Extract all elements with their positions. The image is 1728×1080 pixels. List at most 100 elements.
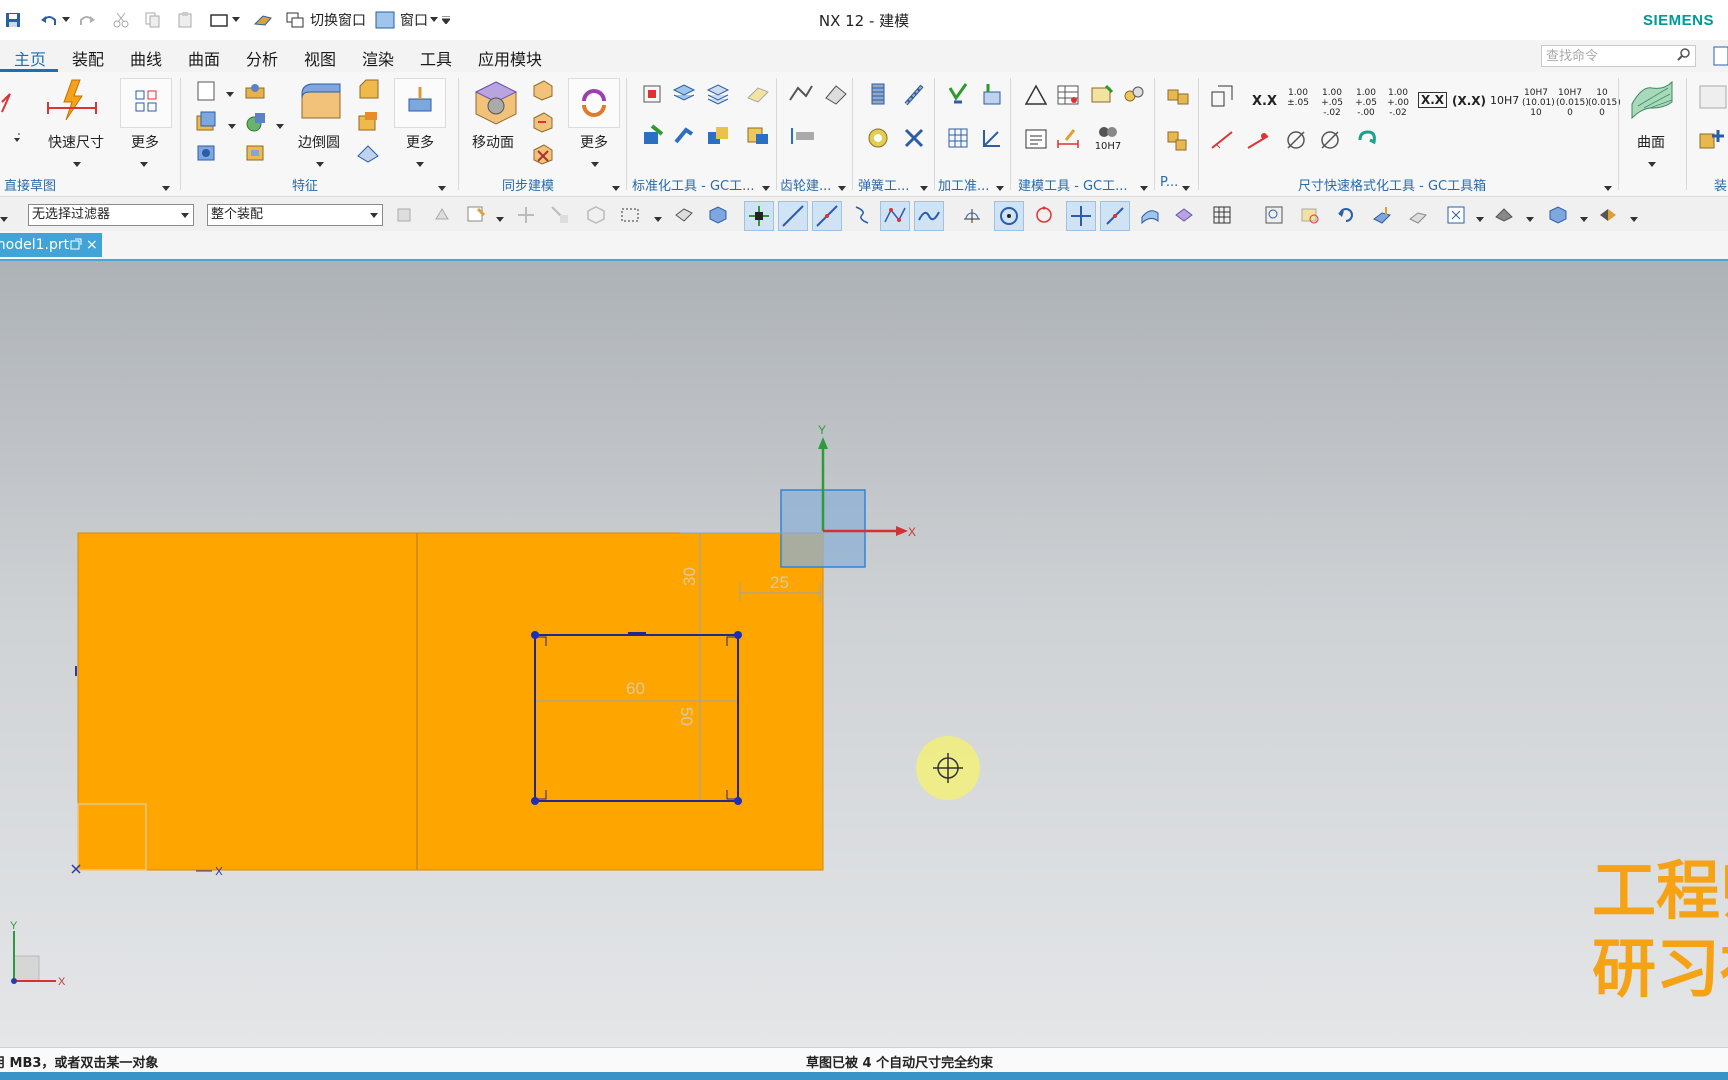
dimension-top-label[interactable]: 30	[680, 567, 699, 586]
snap-1-icon[interactable]	[516, 205, 536, 225]
p-tool-1-icon[interactable]	[1166, 84, 1192, 112]
group-gear-menu-icon[interactable]	[838, 180, 846, 196]
gc-tool-4-icon[interactable]	[746, 84, 770, 108]
dim-angle-icon[interactable]	[1210, 128, 1234, 156]
group-machining-menu-icon[interactable]	[996, 180, 1004, 196]
group-direct-sketch-menu-icon[interactable]	[162, 180, 170, 196]
snap-midpoint-icon[interactable]	[812, 201, 842, 231]
snap-point-on-surface-icon[interactable]	[1140, 205, 1160, 225]
rotate-icon[interactable]	[1336, 205, 1356, 225]
dim-format-fit-2[interactable]: 10H7 (10.01) 10	[1522, 88, 1555, 118]
draft-icon[interactable]	[356, 110, 380, 138]
snap-existing-point-icon[interactable]	[1066, 201, 1096, 231]
dim-format-1[interactable]: X.X	[1252, 94, 1277, 109]
spring-tool-3-icon[interactable]	[866, 126, 890, 154]
datum-icon[interactable]	[244, 80, 266, 106]
edge-blend-dropdown-icon[interactable]	[316, 156, 324, 172]
dim-diameter-2-icon[interactable]	[1318, 128, 1342, 156]
dim-radius-icon[interactable]	[1246, 128, 1270, 156]
display-mode-dropdown-icon[interactable]	[1630, 211, 1638, 227]
view-cube-icon[interactable]	[1548, 205, 1568, 225]
hole-icon[interactable]	[196, 142, 218, 168]
snap-2-icon[interactable]	[550, 205, 570, 225]
machining-tool-3-icon[interactable]	[946, 126, 970, 154]
gc-tool-6-icon[interactable]	[672, 124, 696, 152]
extrude-icon[interactable]	[194, 110, 218, 138]
menu-tools[interactable]: 工具	[420, 46, 452, 70]
group-modeling-tools-menu-icon[interactable]	[1140, 180, 1148, 196]
rapid-dimension-label[interactable]: 快速尺寸	[48, 132, 104, 152]
snap-point-on-curve-icon[interactable]	[1100, 201, 1130, 231]
gc-tool-1-icon[interactable]	[640, 82, 664, 110]
edge-blend-label[interactable]: 边倒圆	[298, 132, 340, 152]
menu-application[interactable]: 应用模块	[478, 46, 542, 70]
gc-tool-3-icon[interactable]	[706, 82, 730, 110]
rapid-dimension-icon[interactable]	[42, 78, 102, 126]
measure-tool-icon[interactable]	[1056, 128, 1080, 154]
more-sketch-dropdown-icon[interactable]	[140, 156, 148, 172]
snap-endpoint-icon[interactable]	[778, 201, 808, 231]
more-sync-label[interactable]: 更多	[580, 132, 608, 152]
boolean-dropdown-icon[interactable]	[276, 118, 284, 134]
note-tool-icon[interactable]	[1090, 84, 1114, 110]
dim-format-fit[interactable]: 10H7	[1490, 94, 1519, 107]
menu-assembly[interactable]: 装配	[72, 46, 104, 70]
dim-reset-icon[interactable]	[1354, 128, 1378, 156]
snap-intersection-icon[interactable]	[914, 201, 944, 231]
select-solid-icon[interactable]	[708, 205, 728, 225]
view-triad-dropdown-icon[interactable]	[1476, 211, 1484, 227]
surface-dropdown-icon[interactable]	[1648, 156, 1656, 172]
dimension-right-label[interactable]: 25	[770, 573, 789, 592]
more-sketch-label[interactable]: 更多	[131, 132, 159, 152]
dim-format-fit-3[interactable]: 10H7 (0.015) 0	[1556, 88, 1589, 118]
display-mode-icon[interactable]	[1598, 205, 1618, 225]
surface-label[interactable]: 曲面	[1637, 132, 1665, 152]
gc-tool-2-icon[interactable]	[672, 82, 696, 110]
more-feature-dropdown-icon[interactable]	[416, 156, 424, 172]
filter-reset-icon[interactable]	[432, 205, 452, 225]
snap-grid-icon[interactable]	[744, 201, 774, 231]
gc-tool-7-icon[interactable]	[706, 124, 730, 152]
triangle-tool-icon[interactable]	[1024, 84, 1048, 110]
gc-tool-8-icon[interactable]	[746, 124, 770, 152]
group-p-menu-icon[interactable]	[1182, 180, 1190, 196]
dim-format-2[interactable]: 1.00 ±.05	[1284, 88, 1312, 108]
dim-diameter-icon[interactable]	[1284, 128, 1308, 156]
snap-quadrant-icon[interactable]	[1034, 205, 1054, 225]
machining-tool-2-icon[interactable]	[980, 82, 1004, 112]
trim-body-icon[interactable]	[356, 142, 380, 170]
chamfer-icon[interactable]	[356, 78, 380, 106]
dim-tool-icon[interactable]	[1210, 84, 1234, 112]
dim-format-5[interactable]: 1.00 +.00 -.02	[1384, 88, 1412, 118]
sketch-plane-icon[interactable]	[196, 80, 218, 106]
search-icon[interactable]	[1677, 46, 1691, 72]
file-tab[interactable]: model1.prt ×	[0, 233, 102, 257]
group-feature-menu-icon[interactable]	[438, 180, 446, 196]
scope-select[interactable]: 整个装配	[207, 204, 383, 226]
shading-icon[interactable]	[1494, 205, 1514, 225]
rectangle-select-icon[interactable]	[620, 205, 640, 225]
assembly-add-icon[interactable]	[1698, 126, 1728, 156]
rapid-dimension-dropdown-icon[interactable]	[73, 156, 81, 172]
tab-close-icon[interactable]: ×	[86, 233, 98, 257]
edge-blend-icon[interactable]	[296, 78, 346, 132]
more-feature-icon[interactable]	[394, 78, 446, 128]
gear-tool-2-icon[interactable]	[822, 82, 848, 110]
select-feature-icon[interactable]	[466, 205, 486, 225]
shading-dropdown-icon[interactable]	[1526, 211, 1534, 227]
gc-tool-5-icon[interactable]	[640, 124, 664, 152]
filter-settings-icon[interactable]	[394, 205, 414, 225]
move-face-icon[interactable]	[470, 78, 520, 132]
ribbon-options-icon[interactable]	[1712, 44, 1728, 68]
p-tool-2-icon[interactable]	[1166, 128, 1192, 156]
shell-icon[interactable]	[244, 142, 266, 168]
menu-analysis[interactable]: 分析	[246, 46, 278, 70]
menu-home[interactable]: 主页	[14, 46, 46, 70]
rectangle-select-dropdown-icon[interactable]	[654, 211, 662, 227]
gear-tool-1-icon[interactable]	[788, 82, 814, 110]
dim-format-4[interactable]: 1.00 +.05 -.00	[1352, 88, 1380, 118]
move-face-label[interactable]: 移动面	[472, 132, 514, 152]
group-dim-format-menu-icon[interactable]	[1604, 180, 1612, 196]
pull-face-icon[interactable]	[530, 78, 554, 106]
group-sync-menu-icon[interactable]	[612, 180, 620, 196]
